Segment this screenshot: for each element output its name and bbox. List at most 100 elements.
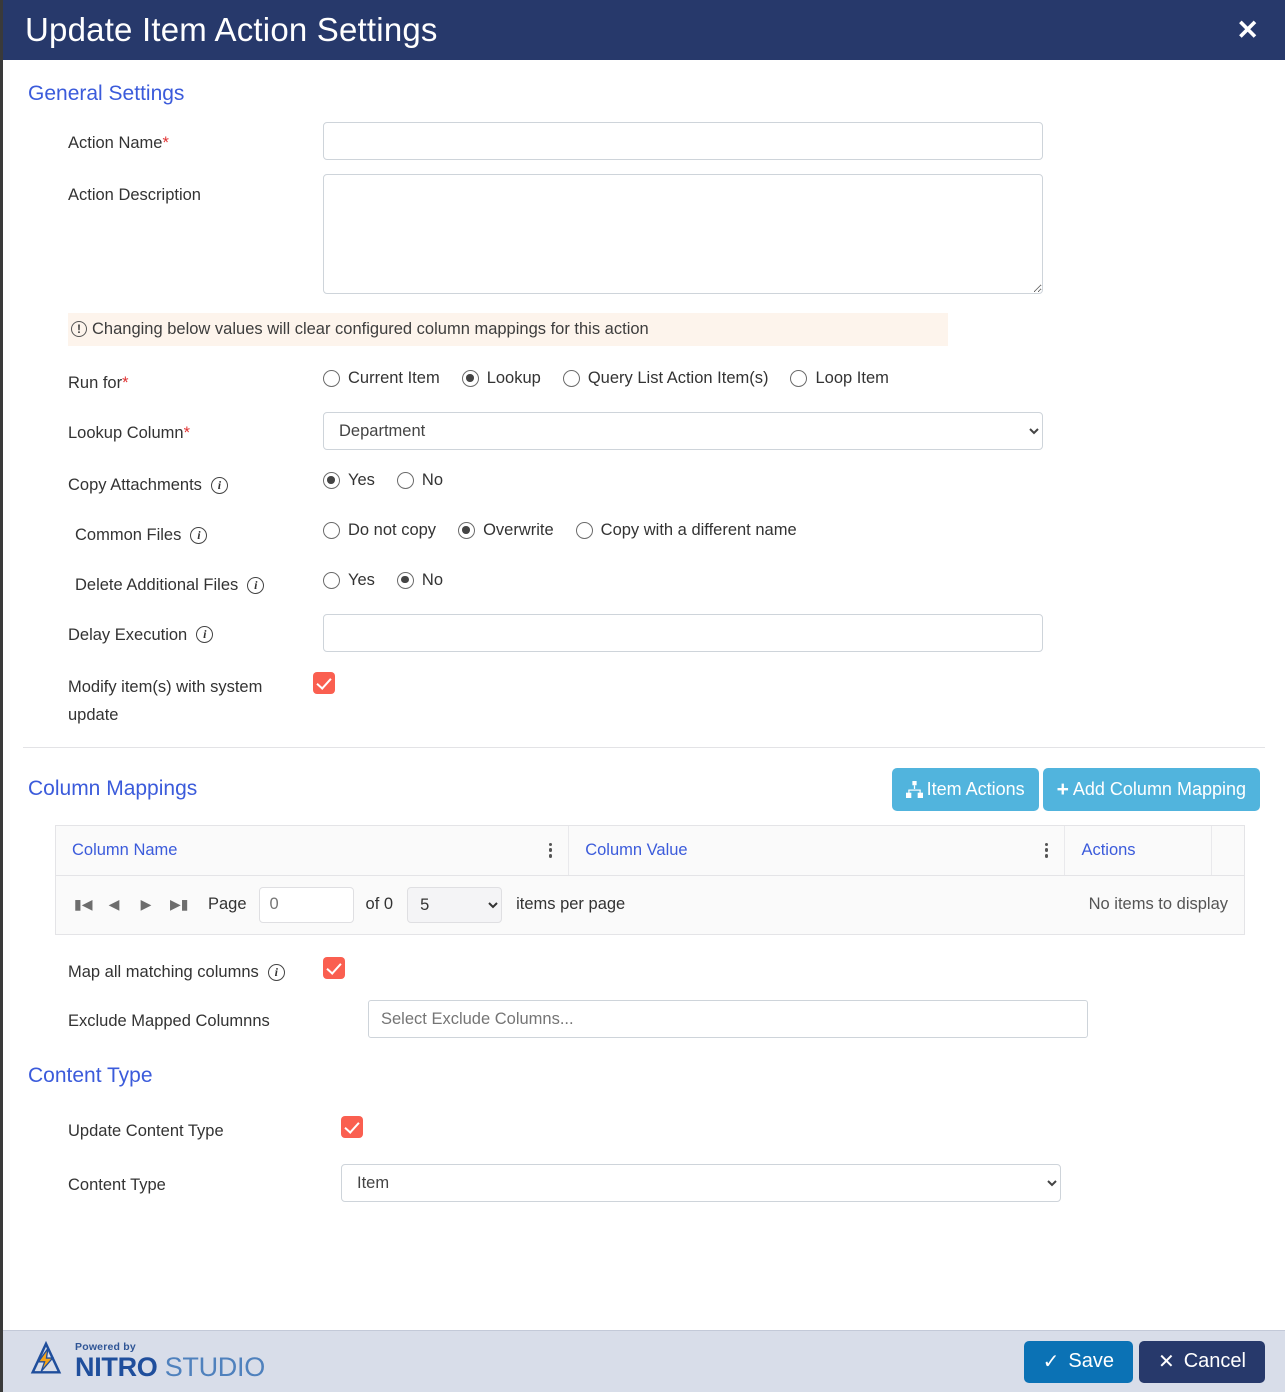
common-files-row: Common Files i Do not copy Overwrite Copy…	[23, 514, 1265, 550]
lookup-column-field: Department	[323, 411, 1265, 450]
cancel-button-label: Cancel	[1183, 1350, 1246, 1372]
close-x-icon: ✕	[1157, 1351, 1175, 1373]
lookup-column-label: Lookup Column*	[23, 412, 323, 448]
radio-copy-attachments-no[interactable]: No	[396, 471, 443, 490]
radio-circle-icon	[790, 370, 808, 387]
run-for-radio-group: Current Item Lookup Query List Action It…	[323, 362, 1265, 388]
map-all-matching-checkbox[interactable]	[323, 956, 345, 979]
radio-overwrite[interactable]: Overwrite	[458, 521, 554, 540]
radio-copy-attachments-yes[interactable]: Yes	[323, 471, 375, 490]
delay-execution-field	[323, 613, 1265, 652]
cancel-button[interactable]: ✕ Cancel	[1138, 1340, 1265, 1383]
radio-label: Copy with a different name	[600, 520, 797, 539]
grid-header-label: Actions	[1081, 840, 1136, 859]
modify-system-update-label: Modify item(s) with system update	[68, 677, 263, 724]
radio-loop-item[interactable]: Loop Item	[790, 369, 889, 388]
delete-additional-files-label: Delete Additional Files i	[23, 564, 323, 600]
column-mappings-heading: Column Mappings	[28, 777, 198, 801]
plus-icon: +	[1056, 777, 1069, 801]
lookup-column-select[interactable]: Department	[323, 411, 1043, 450]
copy-attachments-field: Yes No	[323, 464, 1265, 490]
info-icon[interactable]: i	[247, 576, 265, 594]
column-name-menu-icon[interactable]	[548, 842, 553, 858]
action-name-label-text: Action Name	[68, 134, 163, 152]
copy-attachments-label: Copy Attachments i	[23, 464, 323, 500]
add-column-mapping-button[interactable]: + Add Column Mapping	[1042, 767, 1260, 811]
grid-header-spacer	[1212, 826, 1244, 875]
radio-label: Query List Action Item(s)	[587, 369, 769, 387]
page-size-select[interactable]: 5	[407, 886, 503, 923]
run-for-field: Current Item Lookup Query List Action It…	[323, 362, 1265, 388]
modify-system-update-checkbox[interactable]	[313, 671, 335, 694]
item-actions-button[interactable]: Item Actions	[891, 767, 1039, 811]
map-all-matching-label: Map all matching columns i	[23, 951, 323, 987]
action-name-input[interactable]	[323, 122, 1043, 160]
warning-icon: !	[71, 321, 87, 337]
delay-execution-label-text: Delay Execution	[68, 625, 188, 644]
empty-grid-message: No items to display	[1088, 895, 1228, 914]
close-icon[interactable]: ✕	[1232, 16, 1263, 44]
info-icon[interactable]: i	[267, 963, 285, 981]
radio-circle-icon	[323, 571, 340, 589]
nitro-bolt-icon	[27, 1340, 65, 1383]
modify-system-update-row: Modify item(s) with system update	[23, 666, 1265, 729]
lookup-column-row: Lookup Column* Department	[23, 411, 1265, 450]
sitemap-icon	[905, 780, 923, 798]
radio-label: Yes	[348, 470, 375, 489]
column-mappings-grid: Column Name Column Value Actions ▮◀ ◀ ▶ …	[55, 824, 1245, 935]
delete-additional-files-row: Delete Additional Files i Yes No	[23, 564, 1265, 600]
run-for-label-text: Run for	[68, 374, 123, 392]
column-value-menu-icon[interactable]	[1045, 842, 1049, 858]
update-content-type-checkbox[interactable]	[341, 1116, 363, 1139]
content-type-select[interactable]: Item	[341, 1164, 1061, 1203]
page-total-label: of 0	[365, 895, 394, 914]
grid-header-label: Column Value	[585, 840, 688, 859]
modify-system-update-field	[313, 666, 1265, 699]
delay-execution-label: Delay Execution i	[23, 614, 323, 650]
first-page-icon[interactable]: ▮◀	[74, 896, 92, 913]
delay-execution-row: Delay Execution i	[23, 613, 1265, 652]
exclude-mapped-columns-row: Exclude Mapped Columnns	[23, 1000, 1265, 1039]
action-description-label: Action Description	[68, 186, 201, 204]
next-page-icon[interactable]: ▶	[138, 896, 154, 913]
copy-attachments-label-text: Copy Attachments	[68, 475, 202, 494]
page-number-input[interactable]	[258, 886, 354, 923]
action-description-textarea[interactable]	[323, 174, 1043, 294]
nitro-studio-logo: Powered by NITRO STUDIO	[27, 1340, 265, 1383]
radio-lookup[interactable]: Lookup	[461, 369, 541, 388]
radio-query-list-action-items[interactable]: Query List Action Item(s)	[562, 369, 769, 388]
action-description-row: Action Description	[23, 174, 1265, 299]
radio-circle-icon	[575, 521, 593, 539]
delay-execution-input[interactable]	[323, 613, 1043, 652]
item-actions-label: Item Actions	[926, 778, 1025, 799]
save-button[interactable]: ✓ Save	[1023, 1340, 1133, 1383]
exclude-mapped-columns-input[interactable]	[368, 1000, 1088, 1039]
info-icon[interactable]: i	[190, 526, 208, 544]
radio-do-not-copy[interactable]: Do not copy	[323, 521, 436, 540]
info-icon[interactable]: i	[210, 476, 228, 494]
column-mappings-buttons: Item Actions + Add Column Mapping	[891, 767, 1260, 811]
radio-copy-with-different-name[interactable]: Copy with a different name	[575, 520, 797, 540]
radio-circle-icon	[323, 471, 340, 489]
radio-delete-additional-yes[interactable]: Yes	[323, 571, 375, 590]
column-mappings-header: Column Mappings Item Actions + Add Colum…	[28, 767, 1260, 811]
content-type-field: Item	[341, 1164, 1265, 1203]
radio-label: Current Item	[348, 369, 440, 387]
logo-text: Powered by NITRO STUDIO	[75, 1342, 265, 1382]
action-name-label: Action Name*	[23, 122, 323, 158]
radio-label: Loop Item	[815, 369, 889, 387]
delete-additional-files-field: Yes No	[323, 564, 1265, 590]
info-icon[interactable]: i	[196, 626, 214, 644]
copy-attachments-radio-group: Yes No	[323, 464, 1265, 490]
required-marker: *	[162, 134, 169, 152]
radio-delete-additional-no[interactable]: No	[396, 571, 443, 590]
radio-current-item[interactable]: Current Item	[323, 369, 440, 388]
prev-page-icon[interactable]: ◀	[106, 896, 122, 913]
last-page-icon[interactable]: ▶▮	[170, 896, 188, 913]
logo-powered-by: Powered by	[75, 1340, 136, 1353]
radio-label: Yes	[348, 570, 375, 589]
radio-label: Overwrite	[483, 520, 554, 539]
map-all-matching-field	[323, 951, 1265, 984]
grid-header-label: Column Name	[72, 840, 178, 859]
radio-circle-icon	[562, 370, 580, 387]
